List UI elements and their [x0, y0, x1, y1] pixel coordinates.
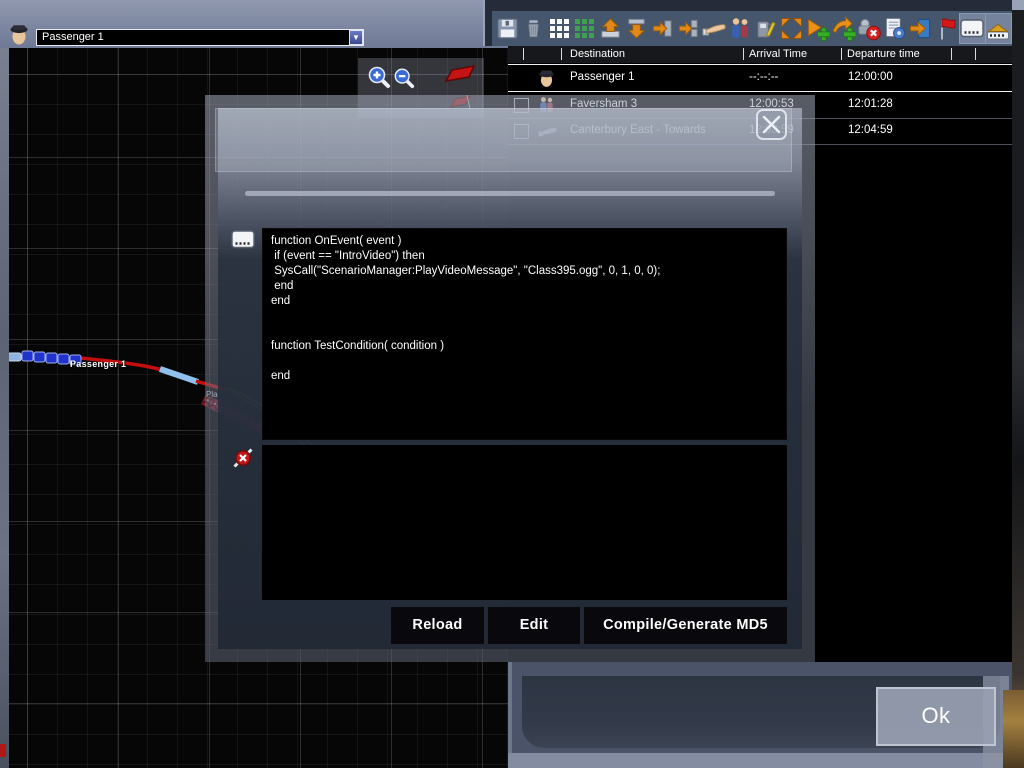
expand-icon[interactable]: [779, 14, 804, 43]
column-separator: [951, 48, 952, 60]
world-background-detail: [1003, 690, 1024, 768]
script-output-box[interactable]: [262, 445, 787, 600]
grid-green-icon[interactable]: [572, 14, 597, 43]
raise-terrain-icon[interactable]: [598, 14, 623, 43]
column-separator: [523, 48, 524, 60]
add-driver-icon[interactable]: [805, 14, 830, 43]
table-row-selected[interactable]: Passenger 1 --:--:-- 12:00:00: [508, 64, 1012, 92]
cell-departure: 12:01:28: [848, 98, 893, 110]
zoom-in-icon[interactable]: [367, 65, 391, 89]
col-arrival: Arrival Time: [749, 48, 807, 60]
passengers-icon[interactable]: [727, 14, 752, 43]
signal-pin-icon: [232, 447, 254, 469]
dialog-divider: [245, 191, 775, 196]
timetable-header: Destination Arrival Time Departure time: [508, 46, 1012, 63]
driver-icon: [9, 23, 29, 45]
grid-white-icon[interactable]: [547, 14, 572, 43]
script-source-box[interactable]: function OnEvent( event ) if (event == "…: [262, 228, 787, 440]
edit-button[interactable]: Edit: [488, 607, 580, 644]
column-separator: [841, 48, 842, 60]
select-hand-icon[interactable]: [702, 14, 727, 43]
remove-consist-icon[interactable]: [857, 14, 882, 43]
train-label: Passenger 1: [70, 359, 126, 369]
driver-icon: [538, 68, 556, 88]
ok-button[interactable]: Ok: [876, 687, 996, 746]
compile-button[interactable]: Compile/Generate MD5: [584, 607, 787, 644]
script-text: function OnEvent( event ) if (event == "…: [263, 229, 786, 389]
map-left-edge: [0, 48, 9, 768]
editor-toolbar: [492, 11, 1014, 46]
zoom-out-icon[interactable]: [393, 67, 417, 91]
column-separator: [561, 48, 562, 60]
driver-dropdown[interactable]: Passenger 1: [36, 29, 364, 46]
scenario-properties-icon[interactable]: [882, 14, 907, 43]
bottom-strip: [508, 753, 1012, 768]
dropdown-arrow-icon[interactable]: ▼: [349, 30, 363, 45]
video-message-icon: [231, 230, 255, 249]
map-edge-marker: [0, 744, 6, 757]
reload-button[interactable]: Reload: [391, 607, 484, 644]
toolbar-zone: [483, 0, 1014, 46]
insert-before-icon[interactable]: [676, 14, 701, 43]
col-destination: Destination: [570, 48, 625, 60]
world-background-strip: [1012, 0, 1024, 768]
insert-after-icon[interactable]: [650, 14, 675, 43]
flag-icon[interactable]: [934, 14, 959, 43]
portal-icon[interactable]: [908, 14, 933, 43]
lower-terrain-icon[interactable]: [624, 14, 649, 43]
column-separator: [975, 48, 976, 60]
roof-toggle-icon[interactable]: [986, 14, 1011, 43]
col-departure: Departure time: [847, 48, 920, 60]
add-instruction-icon[interactable]: [831, 14, 856, 43]
driver-selector-bar: Passenger 1 ▼: [0, 0, 508, 48]
cell-departure: 12:04:59: [848, 124, 893, 136]
cell-arrival: --:--:--: [749, 71, 778, 83]
scenario-editor-screen: Passenger 1 Pla: [0, 0, 1024, 768]
marker-tool-icon[interactable]: [444, 64, 476, 88]
refuel-icon[interactable]: [753, 14, 778, 43]
cell-destination: Passenger 1: [570, 71, 635, 83]
column-separator: [743, 48, 744, 60]
delete-icon[interactable]: [521, 14, 546, 43]
cell-departure: 12:00:00: [848, 71, 893, 83]
close-icon[interactable]: [756, 109, 787, 140]
save-icon[interactable]: [495, 14, 520, 43]
dialog-title-area: [215, 108, 792, 172]
minimap-icon[interactable]: [960, 14, 985, 43]
script-dialog: function OnEvent( event ) if (event == "…: [205, 95, 815, 662]
